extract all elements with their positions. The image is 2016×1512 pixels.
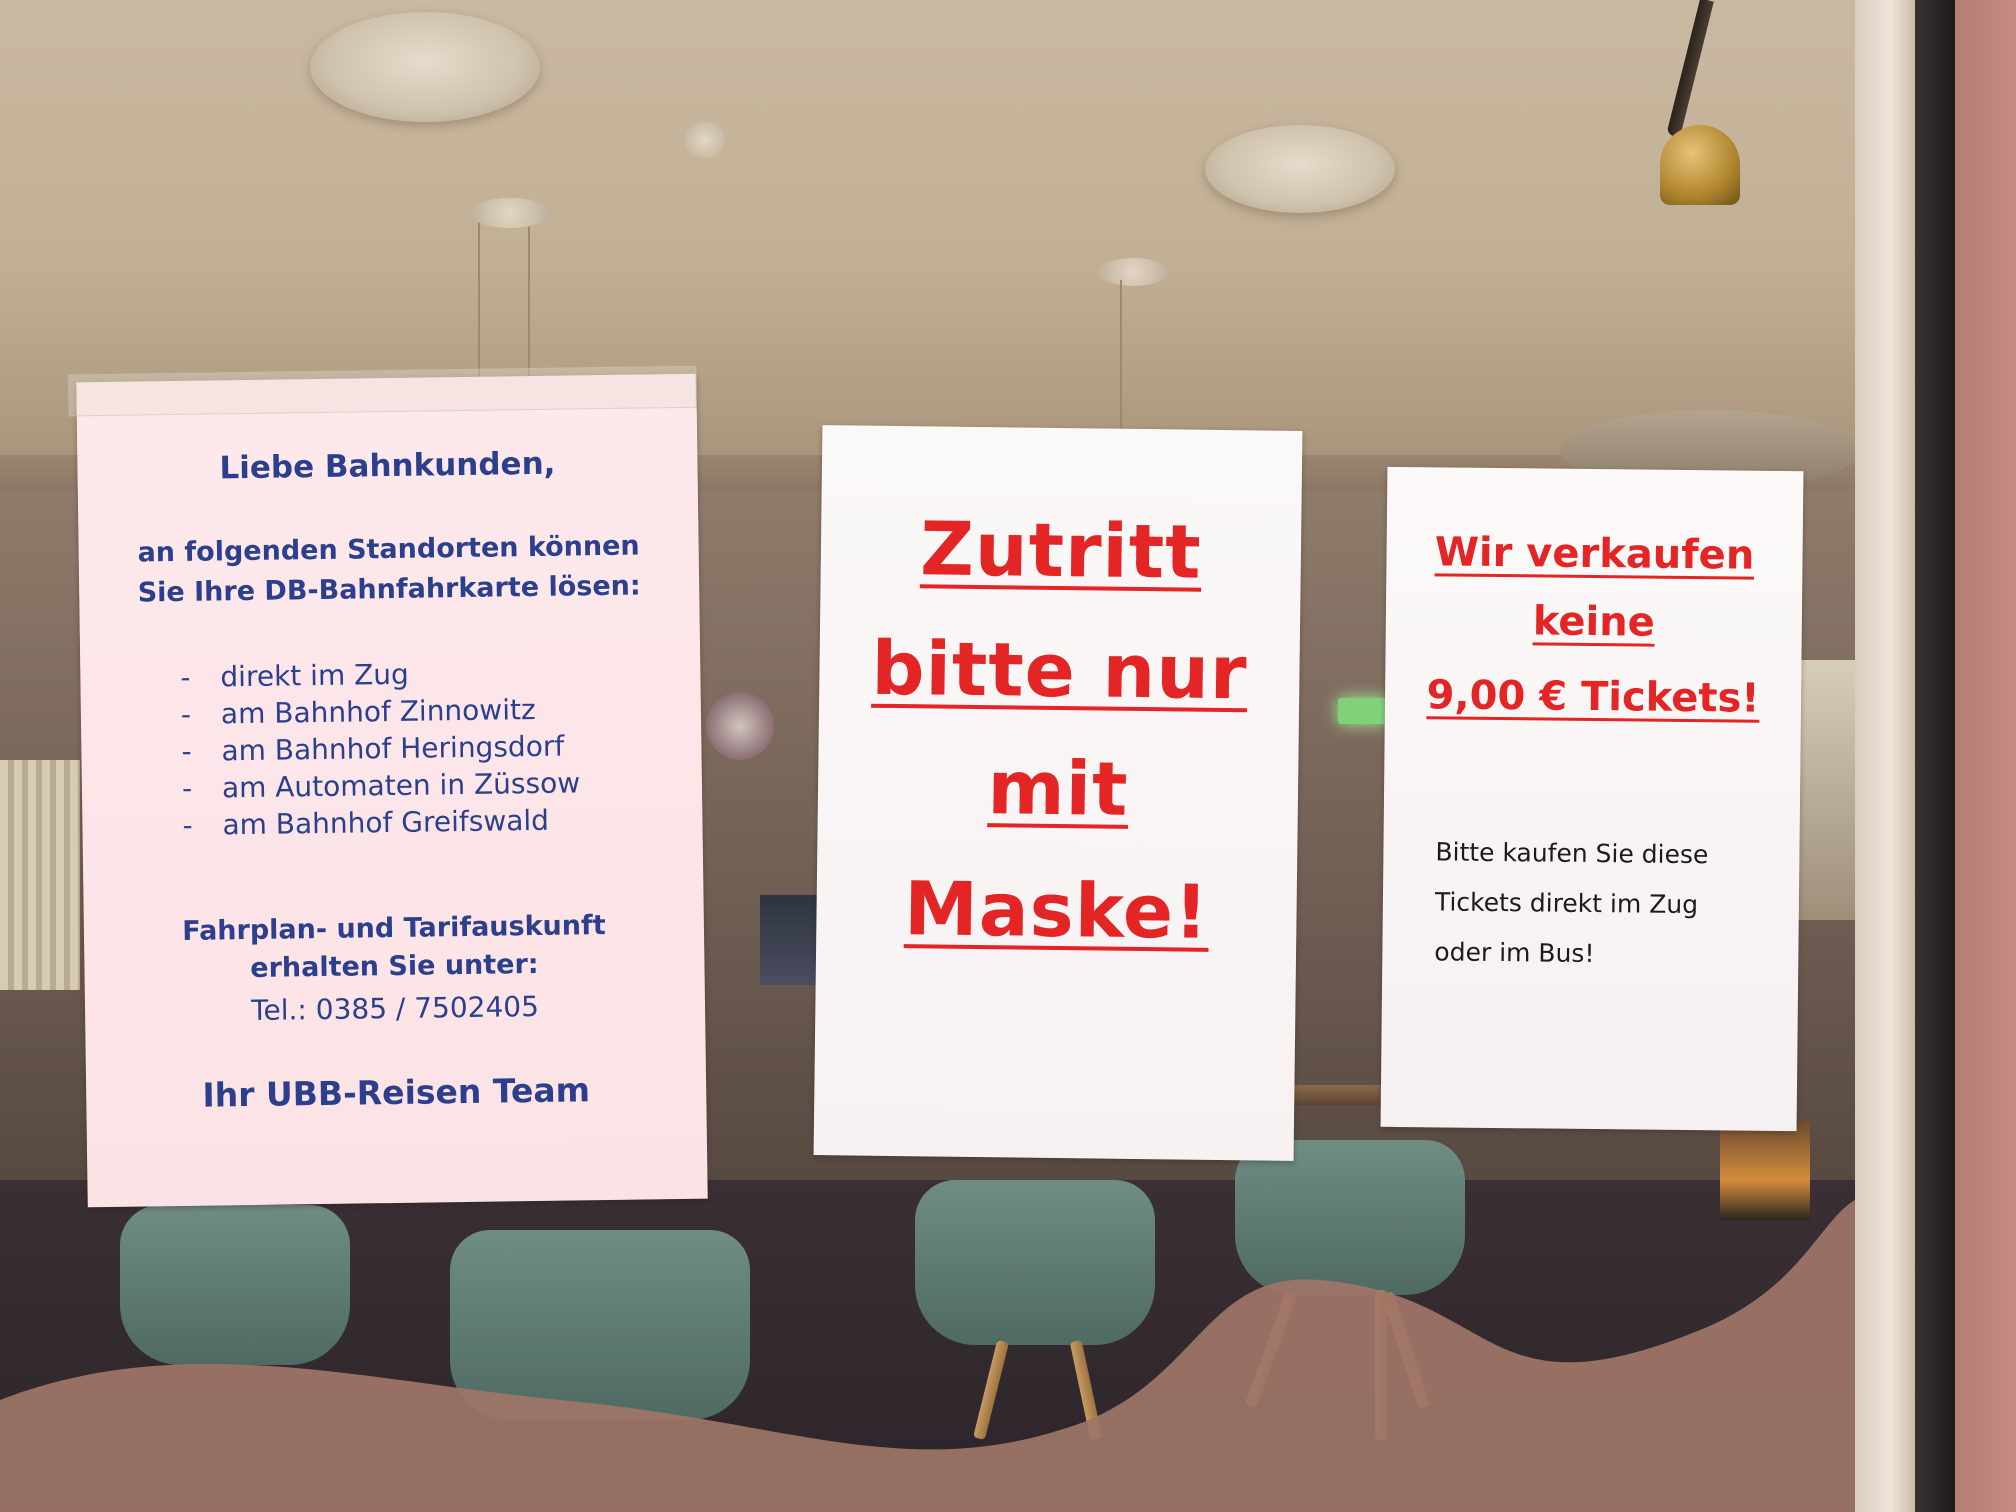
list-item: - direkt im Zug (180, 653, 579, 696)
ticket-notice-body: Bitte kaufen Sie diese Tickets direkt im… (1434, 827, 1709, 980)
mask-required-notice: Zutritt bitte nur mit Maske! (813, 425, 1303, 1161)
timetable-info: Fahrplan- und Tarifauskunft erhalten Sie… (84, 906, 705, 991)
mask-notice-line: bitte nur (871, 625, 1248, 717)
team-sign-off: Ihr UBB-Reisen Team (202, 1070, 591, 1115)
list-dash: - (181, 771, 193, 805)
notice-intro-line: Sie Ihre DB-Bahnfahrkarte lösen: (137, 570, 641, 609)
notice-intro: an folgenden Standorten können Sie Ihre … (78, 526, 699, 615)
list-item: - am Bahnhof Heringsdorf (181, 727, 580, 770)
table (1290, 1085, 1390, 1105)
ticket-notice-headline: 9,00 € Tickets! (1426, 672, 1760, 722)
location-label: am Bahnhof Greifswald (222, 803, 550, 842)
pendant-canopy (470, 198, 550, 228)
ticket-locations-notice: Liebe Bahnkunden, an folgenden Standorte… (68, 365, 708, 1208)
list-dash: - (181, 734, 192, 768)
list-item: - am Bahnhof Zinnowitz (181, 690, 580, 733)
window-blinds (0, 760, 80, 990)
ticket-notice-headline: Wir verkaufen (1434, 529, 1755, 579)
smoke-detector (684, 122, 726, 158)
laminate-edge (68, 365, 697, 417)
pendant-wire (1120, 280, 1122, 450)
mask-notice-line: mit (987, 745, 1129, 833)
location-label: am Bahnhof Zinnowitz (220, 692, 536, 731)
door-frame (1855, 0, 1915, 1512)
wall-clock (706, 692, 774, 760)
timetable-info-line: erhalten Sie unter: (250, 948, 539, 984)
phone-number: Tel.: 0385 / 7502405 (250, 989, 540, 1027)
list-item: - am Automaten in Züssow (182, 764, 581, 807)
ceiling-lamp-right (1205, 125, 1395, 213)
ceiling-lamp-left (310, 12, 540, 122)
ticket-notice-headline: keine (1532, 598, 1656, 646)
list-item: - am Bahnhof Greifswald (182, 801, 581, 844)
pendant-canopy (1098, 258, 1168, 286)
exit-sign (1338, 698, 1388, 724)
no-nine-euro-tickets-notice: Wir verkaufen keine 9,00 € Tickets! Bitt… (1380, 466, 1804, 1132)
door-panel (1955, 0, 2016, 1512)
mask-notice-line: Maske! (903, 866, 1210, 956)
notice-greeting: Liebe Bahnkunden, (219, 445, 556, 487)
location-label: direkt im Zug (220, 657, 410, 694)
window-wave-decal (0, 1200, 1855, 1512)
location-label: am Automaten in Züssow (221, 766, 581, 805)
ticket-notice-body-line: Tickets direkt im Zug (1434, 887, 1699, 920)
mask-notice-line: Zutritt (919, 506, 1203, 596)
location-label: am Bahnhof Heringsdorf (221, 729, 565, 768)
door-edge (1915, 0, 1955, 1512)
door-bell (1660, 125, 1740, 205)
ticket-notice-body-line: Bitte kaufen Sie diese (1435, 837, 1709, 870)
ticket-notice-body-line: oder im Bus! (1434, 937, 1595, 969)
list-dash: - (180, 697, 192, 731)
list-dash: - (182, 808, 193, 842)
list-dash: - (180, 660, 191, 694)
wall-poster (760, 895, 820, 985)
location-list: - direkt im Zug - am Bahnhof Zinnowitz - am… (180, 653, 581, 844)
